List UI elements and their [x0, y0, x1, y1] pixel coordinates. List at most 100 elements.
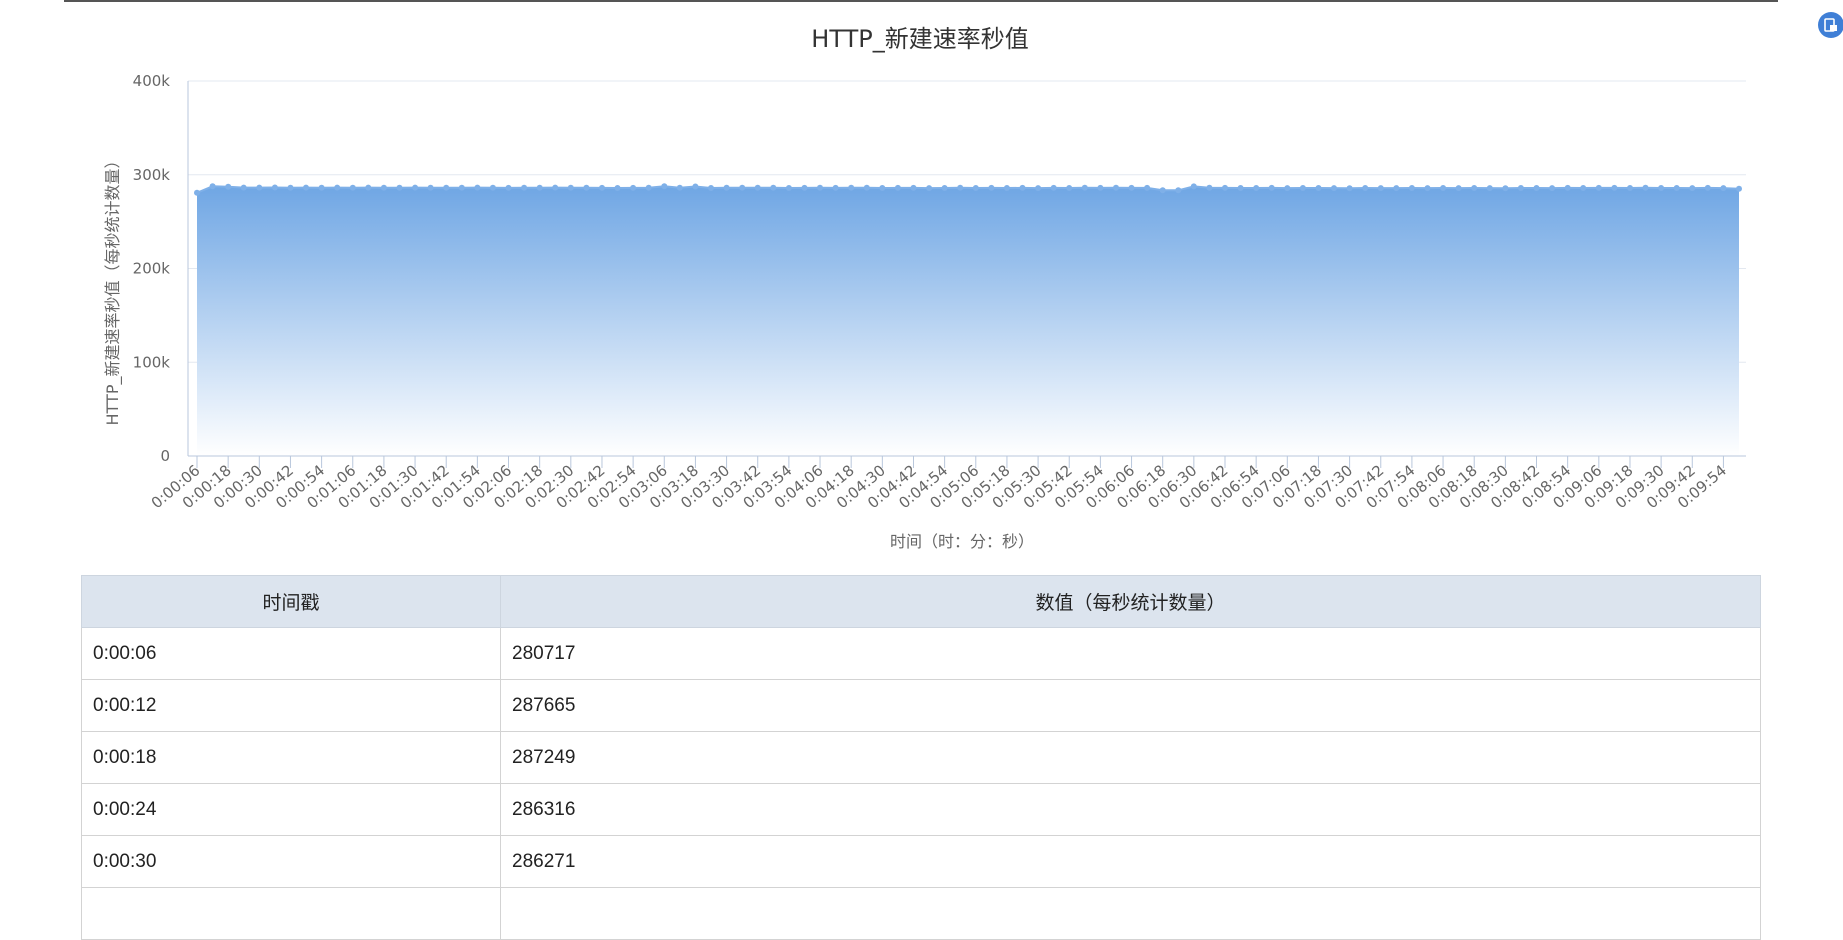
data-point [505, 184, 512, 191]
y-tick-label: 200k [133, 260, 171, 278]
data-point [1362, 185, 1369, 191]
cell-value [500, 887, 1761, 940]
data-point [194, 189, 200, 196]
data-point [801, 184, 808, 191]
data-point [412, 184, 419, 191]
data-point [334, 184, 341, 191]
data-point [676, 184, 683, 191]
data-point [1502, 185, 1509, 192]
table-row: 0:00:18 287249 [81, 731, 1761, 784]
cell-timestamp: 0:00:30 [81, 835, 501, 888]
cell-timestamp: 0:00:24 [81, 783, 501, 836]
y-tick-label: 400k [133, 72, 171, 90]
data-point [256, 184, 263, 191]
data-point [941, 185, 948, 191]
data-point [1035, 185, 1042, 192]
data-point [521, 184, 528, 191]
data-point [832, 184, 839, 191]
data-point [209, 183, 216, 190]
data-point [692, 183, 699, 190]
data-point [225, 183, 232, 190]
data-point [1019, 184, 1026, 191]
data-point [1331, 185, 1337, 192]
data-point [1642, 184, 1649, 191]
data-point [1533, 185, 1540, 191]
cell-value: 280717 [500, 627, 1761, 680]
data-point [1097, 184, 1104, 191]
cell-timestamp: 0:00:12 [81, 679, 501, 732]
data-point [474, 184, 481, 191]
data-point [1222, 184, 1228, 191]
cell-value: 287249 [500, 731, 1761, 784]
data-point [583, 184, 590, 191]
data-point [1253, 185, 1260, 191]
data-point [1050, 184, 1057, 191]
data-point [1455, 185, 1462, 192]
data-point [1440, 185, 1447, 191]
data-point [708, 185, 714, 191]
data-point [1128, 184, 1135, 191]
series-area [196, 185, 1740, 456]
table-row: 0:00:30 286271 [81, 835, 1761, 888]
data-point [817, 184, 823, 191]
data-point [894, 184, 901, 191]
data-point [1564, 184, 1571, 191]
data-point [614, 185, 621, 191]
data-point [739, 184, 746, 191]
data-point [723, 184, 730, 191]
table-header-row: 时间戳 数值（每秒统计数量） [81, 575, 1761, 628]
data-point [365, 184, 372, 191]
cell-timestamp: 0:00:18 [81, 731, 501, 784]
data-point [271, 184, 278, 191]
data-point [661, 183, 668, 190]
data-point [396, 184, 403, 191]
data-point [536, 184, 543, 191]
data-point [1237, 185, 1244, 191]
table-row: 0:00:24 286316 [81, 783, 1761, 836]
data-point [1299, 185, 1306, 191]
data-point [1066, 185, 1073, 191]
data-point [1190, 183, 1197, 190]
data-point [1268, 184, 1275, 191]
data-point [1175, 187, 1182, 194]
data-point [1611, 184, 1618, 191]
data-point [863, 184, 870, 191]
data-point [1393, 185, 1400, 192]
data-point [240, 184, 247, 191]
data-point [1517, 185, 1524, 191]
data-point [754, 184, 761, 191]
data-point [287, 184, 294, 191]
y-axis-ticks: 0 100k 200k 300k 400k [133, 72, 171, 465]
data-point [427, 184, 434, 191]
table-row: 0:00:12 287665 [81, 679, 1761, 732]
y-axis-label: HTTP_新建速率秒值（每秒统计数量） [103, 153, 123, 426]
data-point [1003, 185, 1010, 191]
data-point [1424, 185, 1431, 192]
data-point [1595, 184, 1602, 191]
data-point [972, 185, 979, 191]
data-point [1377, 185, 1384, 192]
y-tick-label: 300k [133, 166, 171, 184]
data-point [458, 184, 465, 191]
data-point [1081, 184, 1088, 191]
y-tick-label: 100k [133, 353, 171, 371]
data-point [1658, 185, 1665, 191]
cell-timestamp [81, 887, 501, 940]
data-point [1736, 185, 1742, 192]
data-point [910, 184, 917, 191]
data-point [489, 184, 496, 191]
data-point [1159, 187, 1166, 194]
data-point [957, 184, 964, 191]
data-point [318, 184, 325, 191]
data-point [879, 185, 886, 191]
header-value: 数值（每秒统计数量） [500, 575, 1761, 628]
data-point [303, 184, 309, 191]
data-point [770, 184, 777, 191]
data-point [1408, 185, 1415, 191]
data-point [1346, 185, 1353, 192]
cell-value: 287665 [500, 679, 1761, 732]
data-point [599, 184, 605, 191]
data-point [988, 184, 995, 191]
chart-title: HTTP_新建速率秒值 [811, 25, 1028, 53]
cell-value: 286271 [500, 835, 1761, 888]
